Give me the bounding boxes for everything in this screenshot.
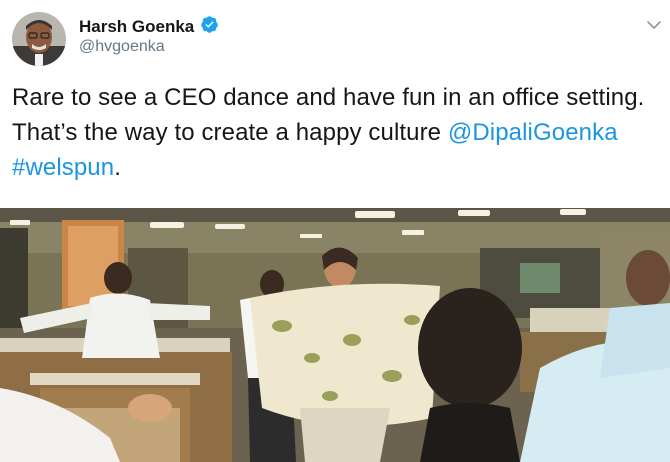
- tweet-end: .: [114, 154, 121, 181]
- tweet-text: Rare to see a CEO dance and have fun in …: [12, 80, 652, 185]
- display-name[interactable]: Harsh Goenka: [79, 17, 194, 37]
- video-frame: [0, 208, 670, 462]
- tweet-media[interactable]: [0, 208, 670, 462]
- mention-link[interactable]: @DipaliGoenka: [448, 119, 618, 146]
- handle[interactable]: @hvgoenka: [79, 38, 165, 56]
- avatar[interactable]: [12, 12, 66, 66]
- verified-badge-icon: [200, 15, 219, 39]
- hashtag-link[interactable]: #welspun: [12, 154, 114, 181]
- avatar-image: [12, 12, 66, 66]
- chevron-down-icon[interactable]: [645, 16, 663, 34]
